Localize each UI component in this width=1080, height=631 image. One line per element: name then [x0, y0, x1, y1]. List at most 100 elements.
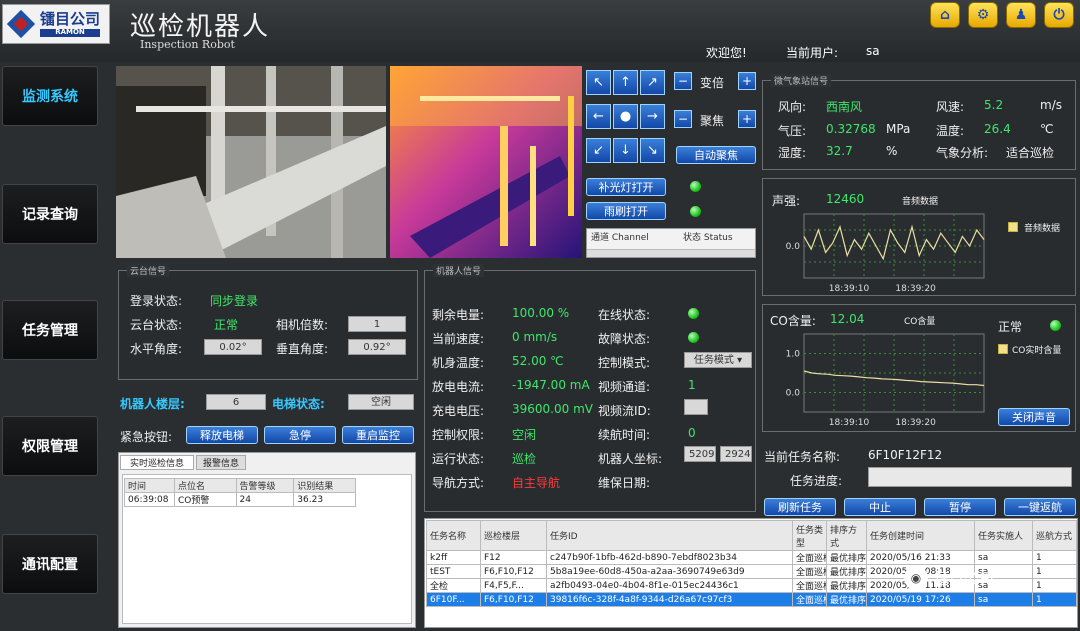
restart-monitor-button[interactable]: 重启监控	[342, 426, 414, 444]
co-chart: 1.0 0.0 18:39:10 18:39:20	[786, 333, 985, 428]
abort-task-button[interactable]: 中止	[844, 498, 916, 516]
wiper-button[interactable]: 雨刷打开	[586, 202, 666, 220]
task-cell: 2020/05/19 17:26	[866, 592, 975, 607]
camera-zoom-label: 相机倍数:	[276, 318, 329, 332]
one-key-return-button[interactable]: 一键返航	[1004, 498, 1076, 516]
endurance-label: 续航时间:	[598, 428, 651, 442]
wind-direction-label: 风向:	[778, 100, 807, 114]
sound-chart-x-tick: 18:39:20	[895, 284, 936, 294]
sidebar-item-comms[interactable]: 通讯配置	[2, 534, 98, 594]
thermal-camera-feed[interactable]	[390, 66, 582, 258]
task-cell: sa	[974, 592, 1033, 607]
control-permission-value: 空闲	[512, 428, 537, 442]
alarm-col-point: 点位名	[173, 478, 237, 493]
ptz-down-left-button[interactable]: ↙	[586, 138, 611, 163]
refresh-task-button[interactable]: 刷新任务	[764, 498, 836, 516]
home-icon[interactable]: ⌂	[930, 2, 960, 28]
focus-out-button[interactable]: −	[674, 110, 692, 128]
discharge-current-label: 放电电流:	[432, 380, 485, 394]
task-col-type: 任务类型	[792, 520, 827, 551]
user-icon[interactable]: ♟	[1006, 2, 1036, 28]
task-cell: k2ff	[426, 550, 481, 565]
channel-status-table: 通道 Channel 状态 Status	[586, 228, 756, 258]
visible-camera-feed[interactable]	[116, 66, 386, 258]
fill-light-button[interactable]: 补光灯打开	[586, 178, 666, 196]
control-permission-label: 控制权限:	[432, 428, 485, 442]
wechat-icon: ◉	[904, 566, 928, 590]
sidebar-item-monitor[interactable]: 监测系统	[2, 66, 98, 126]
ptz-up-right-button[interactable]: ↗	[640, 70, 665, 95]
robot-floor-label: 机器人楼层:	[120, 397, 185, 411]
task-cell: F6,F10,F12	[480, 564, 547, 579]
task-cell: sa	[974, 550, 1033, 565]
task-cell: 6F10F...	[426, 592, 481, 607]
task-col-id: 任务ID	[546, 520, 793, 551]
task-col-name: 任务名称	[426, 520, 481, 551]
speed-value: 0 mm/s	[512, 330, 558, 344]
ptz-center-button[interactable]: ●	[613, 104, 638, 129]
charge-voltage-label: 充电电压:	[432, 404, 485, 418]
wind-speed-unit: m/s	[1040, 98, 1062, 112]
task-cell: 全面巡检	[792, 550, 827, 565]
control-mode-select[interactable]: 任务模式 ▾	[684, 352, 752, 368]
tab-alarm-info[interactable]: 报警信息	[196, 455, 246, 470]
logo-diamond-icon	[6, 9, 36, 39]
alarm-col-time: 时间	[124, 478, 175, 493]
ptz-down-right-button[interactable]: ↘	[640, 138, 665, 163]
weather-analysis-label: 气象分析:	[936, 146, 989, 160]
co-status-label: 正常	[998, 320, 1023, 334]
nav-mode-value: 自主导航	[512, 476, 561, 490]
ptz-left-button[interactable]: ←	[586, 104, 611, 129]
zoom-out-button[interactable]: −	[674, 72, 692, 90]
release-elevator-button[interactable]: 释放电梯	[186, 426, 258, 444]
emergency-stop-button[interactable]: 急停	[264, 426, 336, 444]
ptz-up-button[interactable]: ↑	[613, 70, 638, 95]
task-col-sort: 排序方式	[826, 520, 867, 551]
co-status-led	[1050, 320, 1061, 331]
co-chart-y-tick: 1.0	[786, 350, 801, 360]
task-col-floor: 巡检楼层	[480, 520, 547, 551]
sidebar-item-records[interactable]: 记录查询	[2, 184, 98, 244]
close-sound-button[interactable]: 关闭声音	[998, 408, 1070, 426]
table-row-selected[interactable]: 6F10F... F6,F10,F12 39816f6c-328f-4a8f-934…	[426, 592, 1077, 607]
settings-icon[interactable]: ⚙	[968, 2, 998, 28]
task-cell: 1	[1032, 550, 1077, 565]
ptz-up-left-button[interactable]: ↖	[586, 70, 611, 95]
task-cell: F6,F10,F12	[480, 592, 547, 607]
table-row[interactable]: k2ff F12 c247b90f-1bfb-462d-b890-7ebdf8023…	[426, 550, 1077, 565]
pause-task-button[interactable]: 暂停	[924, 498, 996, 516]
task-cell: 1	[1032, 564, 1077, 579]
speed-label: 当前速度:	[432, 332, 485, 346]
gimbal-panel-title: 云台信号	[127, 264, 170, 277]
focus-in-button[interactable]: +	[738, 110, 756, 128]
exit-icon[interactable]: ⏻	[1044, 2, 1074, 28]
pressure-label: 气压:	[778, 124, 807, 138]
task-cell: 2020/05/16 21:33	[866, 550, 975, 565]
zoom-label: 变倍	[700, 76, 725, 90]
company-logo: 镭目公司 RAMON	[2, 4, 110, 44]
task-cell: F4,F5,F...	[480, 578, 547, 593]
tab-realtime-info[interactable]: 实时巡检信息	[120, 455, 194, 470]
elevator-status-label: 电梯状态:	[272, 397, 325, 411]
wind-speed-value: 5.2	[984, 98, 1004, 112]
sidebar-item-tasks[interactable]: 任务管理	[2, 300, 98, 360]
channel-table-scrollbar[interactable]	[587, 249, 755, 257]
humidity-value: 32.7	[826, 144, 853, 158]
video-channel-value: 1	[688, 378, 696, 392]
task-col-created: 任务创建时间	[866, 520, 975, 551]
task-cell: c247b90f-1bfb-462d-b890-7ebdf8023b34	[546, 550, 793, 565]
video-stream-label: 视频流ID:	[598, 404, 651, 418]
sound-chart: 0.0 18:39:10 18:39:20	[786, 213, 985, 294]
elevator-status-field: 空闲	[348, 394, 414, 410]
ptz-right-button[interactable]: →	[640, 104, 665, 129]
zoom-in-button[interactable]: +	[738, 72, 756, 90]
alarm-col-level: 告警等级	[235, 478, 295, 493]
status-column-header: 状态 Status	[683, 233, 733, 243]
auto-focus-button[interactable]: 自动聚焦	[676, 146, 756, 164]
ptz-down-button[interactable]: ↓	[613, 138, 638, 163]
battery-value: 100.00 %	[512, 306, 570, 320]
task-cell: 最优排序	[826, 592, 867, 607]
table-row[interactable]: 06:39:08 CO预警 24 36.23	[124, 492, 356, 507]
task-table-header: 任务名称 巡检楼层 任务ID 任务类型 排序方式 任务创建时间 任务实施人 巡航…	[426, 520, 1077, 551]
sidebar-item-permissions[interactable]: 权限管理	[2, 416, 98, 476]
